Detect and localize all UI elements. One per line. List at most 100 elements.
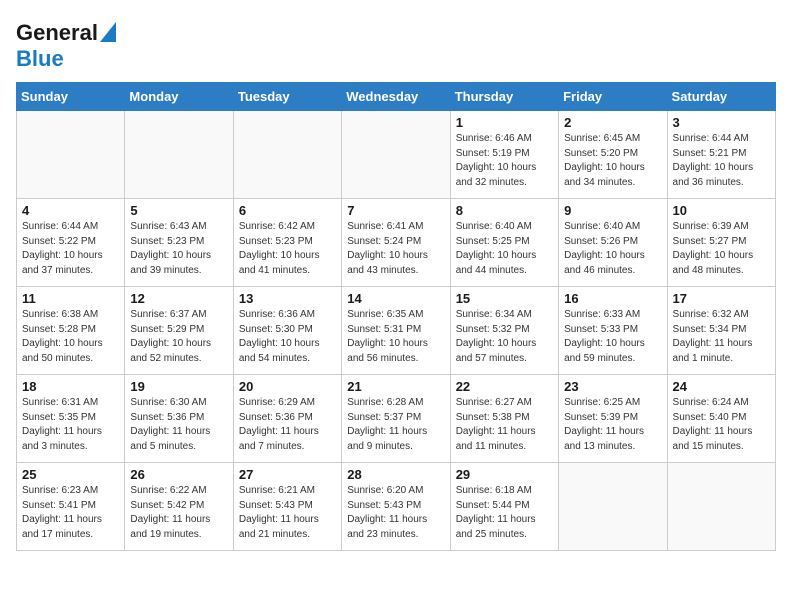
- calendar-cell: 4Sunrise: 6:44 AM Sunset: 5:22 PM Daylig…: [17, 199, 125, 287]
- day-number: 3: [673, 115, 770, 130]
- day-info: Sunrise: 6:28 AM Sunset: 5:37 PM Dayligh…: [347, 396, 444, 454]
- day-number: 8: [456, 203, 553, 218]
- day-info: Sunrise: 6:38 AM Sunset: 5:28 PM Dayligh…: [22, 308, 119, 366]
- day-info: Sunrise: 6:41 AM Sunset: 5:24 PM Dayligh…: [347, 220, 444, 278]
- calendar-cell: [125, 111, 233, 199]
- day-info: Sunrise: 6:33 AM Sunset: 5:33 PM Dayligh…: [564, 308, 661, 366]
- day-info: Sunrise: 6:24 AM Sunset: 5:40 PM Dayligh…: [673, 396, 770, 454]
- day-info: Sunrise: 6:23 AM Sunset: 5:41 PM Dayligh…: [22, 484, 119, 542]
- calendar-cell: [559, 463, 667, 551]
- calendar-cell: 6 Sunrise: 6:42 AM Sunset: 5:23 PM Daylig…: [233, 199, 341, 287]
- day-info: Sunrise: 6:39 AM Sunset: 5:27 PM Dayligh…: [673, 220, 770, 278]
- calendar-cell: 26 Sunrise: 6:22 AM Sunset: 5:42 PM Dayli…: [125, 463, 233, 551]
- calendar-week-row: 18 Sunrise: 6:31 AM Sunset: 5:35 PM Dayli…: [17, 375, 776, 463]
- day-number: 6: [239, 203, 336, 218]
- day-number: 19: [130, 379, 227, 394]
- day-number: 24: [673, 379, 770, 394]
- calendar-cell: 20 Sunrise: 6:29 AM Sunset: 5:36 PM Dayli…: [233, 375, 341, 463]
- calendar-cell: [342, 111, 450, 199]
- day-number: 2: [564, 115, 661, 130]
- calendar-cell: 8 Sunrise: 6:40 AM Sunset: 5:25 PM Daylig…: [450, 199, 558, 287]
- calendar-cell: 27 Sunrise: 6:21 AM Sunset: 5:43 PM Dayli…: [233, 463, 341, 551]
- calendar-cell: 18 Sunrise: 6:31 AM Sunset: 5:35 PM Dayli…: [17, 375, 125, 463]
- weekday-header: Saturday: [667, 83, 775, 111]
- day-info: Sunrise: 6:45 AM Sunset: 5:20 PM Dayligh…: [564, 132, 661, 190]
- day-number: 11: [22, 291, 119, 306]
- day-number: 23: [564, 379, 661, 394]
- day-number: 21: [347, 379, 444, 394]
- day-info: Sunrise: 6:44 AM Sunset: 5:22 PM Dayligh…: [22, 220, 119, 278]
- calendar-cell: 3 Sunrise: 6:44 AM Sunset: 5:21 PM Daylig…: [667, 111, 775, 199]
- day-info: Sunrise: 6:42 AM Sunset: 5:23 PM Dayligh…: [239, 220, 336, 278]
- day-info: Sunrise: 6:22 AM Sunset: 5:42 PM Dayligh…: [130, 484, 227, 542]
- day-info: Sunrise: 6:31 AM Sunset: 5:35 PM Dayligh…: [22, 396, 119, 454]
- day-info: Sunrise: 6:43 AM Sunset: 5:23 PM Dayligh…: [130, 220, 227, 278]
- day-number: 29: [456, 467, 553, 482]
- weekday-header: Thursday: [450, 83, 558, 111]
- day-number: 1: [456, 115, 553, 130]
- day-info: Sunrise: 6:21 AM Sunset: 5:43 PM Dayligh…: [239, 484, 336, 542]
- calendar-week-row: 1Sunrise: 6:46 AM Sunset: 5:19 PM Daylig…: [17, 111, 776, 199]
- day-number: 18: [22, 379, 119, 394]
- day-number: 17: [673, 291, 770, 306]
- day-number: 12: [130, 291, 227, 306]
- day-number: 20: [239, 379, 336, 394]
- calendar-cell: [233, 111, 341, 199]
- calendar-cell: 21 Sunrise: 6:28 AM Sunset: 5:37 PM Dayli…: [342, 375, 450, 463]
- day-number: 28: [347, 467, 444, 482]
- day-number: 9: [564, 203, 661, 218]
- day-info: Sunrise: 6:32 AM Sunset: 5:34 PM Dayligh…: [673, 308, 770, 366]
- calendar-cell: [667, 463, 775, 551]
- day-info: Sunrise: 6:40 AM Sunset: 5:25 PM Dayligh…: [456, 220, 553, 278]
- calendar-cell: 19 Sunrise: 6:30 AM Sunset: 5:36 PM Dayli…: [125, 375, 233, 463]
- calendar-cell: 28 Sunrise: 6:20 AM Sunset: 5:43 PM Dayli…: [342, 463, 450, 551]
- day-number: 7: [347, 203, 444, 218]
- weekday-header: Sunday: [17, 83, 125, 111]
- logo-general-text: General: [16, 20, 98, 46]
- page-header: General Blue: [16, 16, 776, 72]
- calendar-table: SundayMondayTuesdayWednesdayThursdayFrid…: [16, 82, 776, 551]
- calendar-cell: 7 Sunrise: 6:41 AM Sunset: 5:24 PM Daylig…: [342, 199, 450, 287]
- calendar-cell: 1Sunrise: 6:46 AM Sunset: 5:19 PM Daylig…: [450, 111, 558, 199]
- calendar-cell: 2 Sunrise: 6:45 AM Sunset: 5:20 PM Daylig…: [559, 111, 667, 199]
- day-info: Sunrise: 6:30 AM Sunset: 5:36 PM Dayligh…: [130, 396, 227, 454]
- day-number: 15: [456, 291, 553, 306]
- calendar-cell: 15 Sunrise: 6:34 AM Sunset: 5:32 PM Dayli…: [450, 287, 558, 375]
- calendar-cell: 24 Sunrise: 6:24 AM Sunset: 5:40 PM Dayli…: [667, 375, 775, 463]
- day-info: Sunrise: 6:34 AM Sunset: 5:32 PM Dayligh…: [456, 308, 553, 366]
- calendar-cell: [17, 111, 125, 199]
- calendar-cell: 29 Sunrise: 6:18 AM Sunset: 5:44 PM Dayli…: [450, 463, 558, 551]
- calendar-cell: 10 Sunrise: 6:39 AM Sunset: 5:27 PM Dayli…: [667, 199, 775, 287]
- day-info: Sunrise: 6:29 AM Sunset: 5:36 PM Dayligh…: [239, 396, 336, 454]
- weekday-header: Friday: [559, 83, 667, 111]
- day-info: Sunrise: 6:25 AM Sunset: 5:39 PM Dayligh…: [564, 396, 661, 454]
- calendar-cell: 13 Sunrise: 6:36 AM Sunset: 5:30 PM Dayli…: [233, 287, 341, 375]
- day-number: 25: [22, 467, 119, 482]
- calendar-cell: 14 Sunrise: 6:35 AM Sunset: 5:31 PM Dayli…: [342, 287, 450, 375]
- calendar-week-row: 11 Sunrise: 6:38 AM Sunset: 5:28 PM Dayli…: [17, 287, 776, 375]
- day-number: 22: [456, 379, 553, 394]
- day-info: Sunrise: 6:35 AM Sunset: 5:31 PM Dayligh…: [347, 308, 444, 366]
- calendar-cell: 23 Sunrise: 6:25 AM Sunset: 5:39 PM Dayli…: [559, 375, 667, 463]
- day-number: 26: [130, 467, 227, 482]
- day-info: Sunrise: 6:40 AM Sunset: 5:26 PM Dayligh…: [564, 220, 661, 278]
- logo: General Blue: [16, 20, 116, 72]
- calendar-week-row: 4Sunrise: 6:44 AM Sunset: 5:22 PM Daylig…: [17, 199, 776, 287]
- calendar-cell: 25 Sunrise: 6:23 AM Sunset: 5:41 PM Dayli…: [17, 463, 125, 551]
- day-number: 10: [673, 203, 770, 218]
- day-info: Sunrise: 6:36 AM Sunset: 5:30 PM Dayligh…: [239, 308, 336, 366]
- day-number: 5: [130, 203, 227, 218]
- day-number: 13: [239, 291, 336, 306]
- day-info: Sunrise: 6:18 AM Sunset: 5:44 PM Dayligh…: [456, 484, 553, 542]
- calendar-cell: 11 Sunrise: 6:38 AM Sunset: 5:28 PM Dayli…: [17, 287, 125, 375]
- weekday-header: Monday: [125, 83, 233, 111]
- day-info: Sunrise: 6:44 AM Sunset: 5:21 PM Dayligh…: [673, 132, 770, 190]
- day-number: 27: [239, 467, 336, 482]
- day-number: 14: [347, 291, 444, 306]
- calendar-cell: 9 Sunrise: 6:40 AM Sunset: 5:26 PM Daylig…: [559, 199, 667, 287]
- day-info: Sunrise: 6:20 AM Sunset: 5:43 PM Dayligh…: [347, 484, 444, 542]
- weekday-header: Wednesday: [342, 83, 450, 111]
- logo-blue-text: Blue: [16, 46, 64, 71]
- day-info: Sunrise: 6:37 AM Sunset: 5:29 PM Dayligh…: [130, 308, 227, 366]
- calendar-cell: 12 Sunrise: 6:37 AM Sunset: 5:29 PM Dayli…: [125, 287, 233, 375]
